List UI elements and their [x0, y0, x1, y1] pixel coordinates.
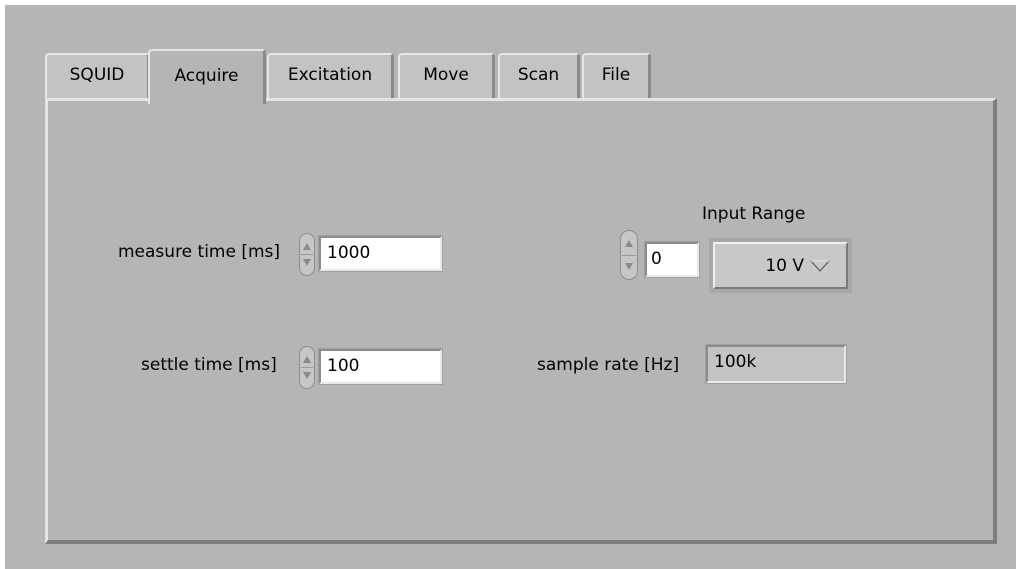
input-range-select-face: 10 V: [713, 242, 848, 289]
increment-arrow-icon[interactable]: [303, 356, 311, 363]
sample-rate-display: 100k: [705, 344, 847, 384]
acquire-panel: [45, 98, 997, 544]
input-range-select[interactable]: 10 V: [709, 238, 852, 293]
input-range-index[interactable]: 0: [644, 241, 700, 278]
sample-rate-label: sample rate [Hz]: [537, 355, 680, 375]
decrement-arrow-icon[interactable]: [625, 263, 633, 270]
measure-time-label: measure time [ms]: [118, 242, 281, 262]
tab-move[interactable]: Move: [398, 53, 495, 99]
settle-time-label: settle time [ms]: [141, 355, 277, 375]
input-range-label: Input Range: [702, 204, 806, 224]
tab-move-label: Move: [423, 65, 469, 85]
settle-time-input[interactable]: 100: [318, 348, 443, 385]
input-range-value: 10 V: [765, 255, 804, 276]
decrement-arrow-icon[interactable]: [303, 259, 311, 266]
chevron-down-icon: [810, 259, 830, 272]
measure-time-spinner[interactable]: [299, 233, 315, 276]
tab-squid[interactable]: SQUID: [45, 53, 150, 99]
tab-acquire-label: Acquire: [174, 65, 239, 86]
tab-squid-label: SQUID: [69, 65, 125, 85]
increment-arrow-icon[interactable]: [303, 243, 311, 250]
decrement-arrow-icon[interactable]: [303, 372, 311, 379]
tab-excitation-label: Excitation: [287, 65, 373, 85]
tab-scan[interactable]: Scan: [498, 53, 580, 99]
tab-acquire[interactable]: Acquire: [148, 49, 266, 104]
tab-excitation[interactable]: Excitation: [267, 53, 394, 99]
tab-file[interactable]: File: [582, 53, 651, 99]
measure-time-input[interactable]: 1000: [318, 235, 443, 272]
window: SQUID Acquire Excitation Move Scan File …: [5, 5, 1016, 569]
tab-scan-label: Scan: [517, 65, 560, 85]
increment-arrow-icon[interactable]: [625, 240, 633, 247]
input-range-spinner[interactable]: [620, 230, 638, 280]
tab-file-label: File: [601, 65, 631, 85]
settle-time-spinner[interactable]: [299, 346, 315, 389]
